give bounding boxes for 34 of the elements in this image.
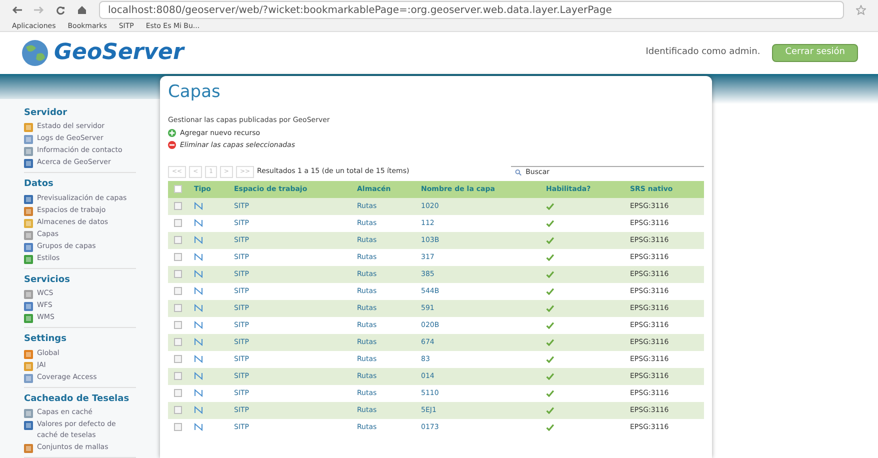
reload-icon[interactable] (56, 6, 65, 15)
row-checkbox[interactable] (174, 355, 182, 363)
sidebar-heading: Cacheado de Teselas (24, 392, 130, 406)
home-icon[interactable] (77, 5, 87, 16)
remove-icon (168, 141, 176, 150)
page-title: Capas (168, 80, 222, 104)
back-icon[interactable] (12, 6, 22, 14)
sidebar-heading: Settings (24, 333, 68, 346)
search-icon (515, 168, 522, 176)
globe-logo-icon (20, 38, 50, 67)
row-checkbox[interactable] (174, 338, 182, 346)
sidebar-heading: Servicios (24, 274, 71, 286)
menu-icon (24, 444, 33, 453)
add-icon (168, 128, 176, 137)
row-checkbox[interactable] (174, 372, 182, 380)
row-checkbox[interactable] (174, 202, 182, 210)
row-checkbox[interactable] (174, 236, 182, 244)
user-label: Identificado como admin. (646, 46, 760, 60)
star-icon[interactable] (856, 5, 866, 16)
address-field[interactable]: localhost:8080/geoserver/web/?wicket:bookmarkablePage=:org.geoserver.web.data.layer.LayerPage (99, 1, 844, 20)
sidebar-heading: Datos (24, 178, 54, 191)
sidebar-heading: Servidor (24, 106, 68, 120)
row-checkbox[interactable] (174, 253, 182, 261)
row-checkbox[interactable] (174, 219, 182, 227)
row-checkbox[interactable] (174, 321, 182, 329)
select-all-checkbox[interactable] (174, 185, 182, 193)
forward-icon[interactable] (34, 6, 44, 14)
row-checkbox[interactable] (174, 389, 182, 397)
logo-text: GeoServer (54, 39, 184, 68)
row-checkbox[interactable] (174, 304, 182, 312)
row-checkbox[interactable] (174, 270, 182, 278)
row-checkbox[interactable] (174, 287, 182, 295)
row-checkbox[interactable] (174, 406, 182, 414)
row-checkbox[interactable] (174, 423, 182, 431)
